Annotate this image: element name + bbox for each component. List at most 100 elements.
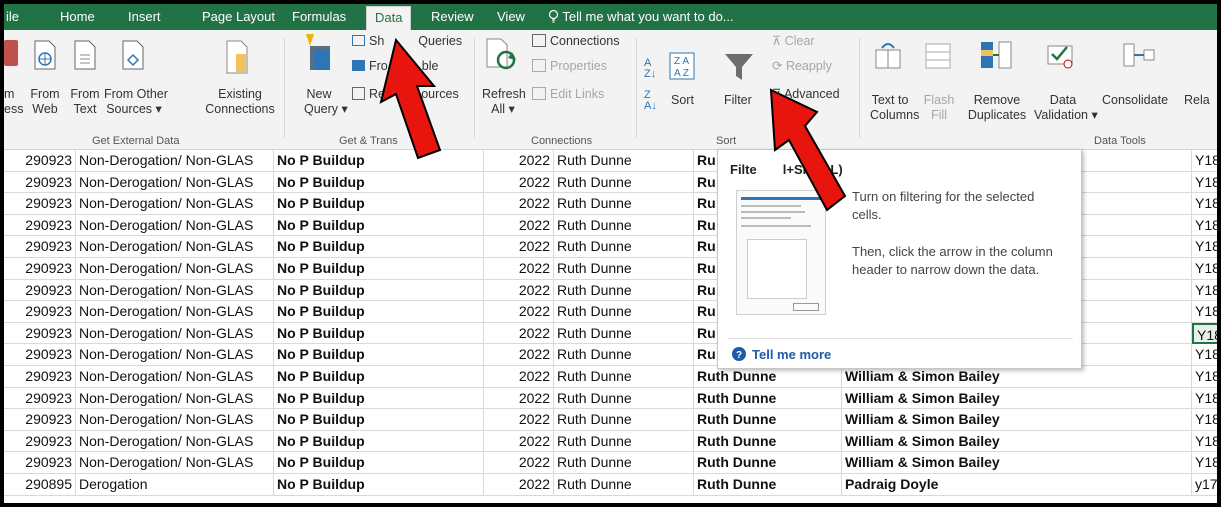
- cell-p[interactable]: No P Buildup: [274, 171, 484, 194]
- from-web-button[interactable]: From Web: [28, 87, 62, 117]
- clear-button[interactable]: ⊼ Clear: [772, 34, 815, 49]
- remove-duplicates-button[interactable]: Remove Duplicates: [966, 93, 1028, 123]
- cell-p[interactable]: No P Buildup: [274, 214, 484, 237]
- cell-id[interactable]: 290923: [4, 452, 76, 474]
- cell-id[interactable]: 290923: [4, 193, 76, 215]
- cell-a1[interactable]: Ruth Dunne: [554, 344, 694, 366]
- cell-id[interactable]: 290923: [4, 171, 76, 194]
- cell-p[interactable]: No P Buildup: [274, 473, 484, 496]
- cell-type[interactable]: Non-Derogation/ Non-GLAS: [76, 301, 274, 323]
- cell-year[interactable]: 2022: [484, 430, 554, 453]
- cell-farmer[interactable]: William & Simon Bailey: [842, 365, 1192, 388]
- cell-a2[interactable]: Ruth Dunne: [694, 430, 842, 453]
- cell-year[interactable]: 2022: [484, 150, 554, 172]
- cell-id[interactable]: 290923: [4, 236, 76, 258]
- cell-a2[interactable]: Ruth Dunne: [694, 365, 842, 388]
- cell-a1[interactable]: Ruth Dunne: [554, 430, 694, 453]
- cell-type[interactable]: Non-Derogation/ Non-GLAS: [76, 236, 274, 258]
- cell-year[interactable]: 2022: [484, 387, 554, 410]
- cell-a1[interactable]: Ruth Dunne: [554, 301, 694, 323]
- cell-type[interactable]: Non-Derogation/ Non-GLAS: [76, 387, 274, 410]
- cell-a1[interactable]: Ruth Dunne: [554, 171, 694, 194]
- cell-code[interactable]: Y182: [1192, 150, 1217, 172]
- tell-me-box[interactable]: Tell me what you want to do...: [548, 9, 734, 24]
- cell-type[interactable]: Non-Derogation/ Non-GLAS: [76, 322, 274, 345]
- cell-id[interactable]: 290923: [4, 257, 76, 280]
- cell-code[interactable]: Y182: [1192, 258, 1217, 280]
- cell-farmer[interactable]: William & Simon Bailey: [842, 409, 1192, 431]
- cell-a1[interactable]: Ruth Dunne: [554, 236, 694, 258]
- cell-year[interactable]: 2022: [484, 473, 554, 496]
- tab-page-layout[interactable]: Page Layout: [202, 9, 275, 24]
- from-access-label[interactable]: m ess: [4, 87, 23, 117]
- cell-p[interactable]: No P Buildup: [274, 322, 484, 345]
- cell-code[interactable]: Y182: [1192, 452, 1217, 474]
- cell-type[interactable]: Non-Derogation/ Non-GLAS: [76, 365, 274, 388]
- sort-z-a-button[interactable]: Z A↓: [644, 90, 657, 112]
- connections-button[interactable]: Connections: [532, 34, 620, 49]
- cell-farmer[interactable]: William & Simon Bailey: [842, 452, 1192, 474]
- cell-year[interactable]: 2022: [484, 214, 554, 237]
- sort-button[interactable]: Sort: [671, 93, 694, 108]
- cell-type[interactable]: Non-Derogation/ Non-GLAS: [76, 171, 274, 194]
- cell-id[interactable]: 290923: [4, 344, 76, 366]
- cell-id[interactable]: 290923: [4, 301, 76, 323]
- cell-a1[interactable]: Ruth Dunne: [554, 387, 694, 410]
- cell-year[interactable]: 2022: [484, 193, 554, 215]
- cell-farmer[interactable]: William & Simon Bailey: [842, 430, 1192, 453]
- edit-links-button[interactable]: Edit Links: [532, 87, 604, 102]
- cell-a1[interactable]: Ruth Dunne: [554, 257, 694, 280]
- cell-id[interactable]: 290923: [4, 430, 76, 453]
- tab-home[interactable]: Home: [60, 9, 95, 24]
- cell-code[interactable]: Y182: [1192, 280, 1217, 302]
- filter-button[interactable]: Filter: [724, 93, 752, 108]
- cell-p[interactable]: No P Buildup: [274, 193, 484, 215]
- cell-id[interactable]: 290923: [4, 214, 76, 237]
- tab-review[interactable]: Review: [431, 9, 474, 24]
- cell-year[interactable]: 2022: [484, 322, 554, 345]
- from-other-sources-button[interactable]: From Other Sources ▾: [104, 87, 168, 117]
- cell-year[interactable]: 2022: [484, 344, 554, 366]
- cell-a1[interactable]: Ruth Dunne: [554, 365, 694, 388]
- cell-type[interactable]: Non-Derogation/ Non-GLAS: [76, 452, 274, 474]
- consolidate-button[interactable]: Consolidate: [1102, 93, 1168, 108]
- cell-code[interactable]: Y182: [1192, 431, 1217, 453]
- cell-p[interactable]: No P Buildup: [274, 279, 484, 302]
- cell-id[interactable]: 290923: [4, 409, 76, 431]
- new-query-button[interactable]: New Query ▾: [304, 87, 348, 117]
- cell-code[interactable]: Y182: [1192, 301, 1217, 323]
- tab-formulas[interactable]: Formulas: [292, 9, 346, 24]
- relationships-button[interactable]: Rela: [1184, 93, 1210, 108]
- cell-id[interactable]: 290923: [4, 150, 76, 172]
- cell-type[interactable]: Non-Derogation/ Non-GLAS: [76, 257, 274, 280]
- cell-code[interactable]: Y182: [1192, 388, 1217, 410]
- existing-connections-button[interactable]: Existing Connections: [204, 87, 276, 117]
- cell-type[interactable]: Non-Derogation/ Non-GLAS: [76, 193, 274, 215]
- cell-a1[interactable]: Ruth Dunne: [554, 214, 694, 237]
- cell-id[interactable]: 290923: [4, 322, 76, 345]
- tab-view[interactable]: View: [497, 9, 525, 24]
- refresh-all-button[interactable]: Refresh All ▾: [482, 87, 526, 117]
- properties-button[interactable]: Properties: [532, 59, 607, 74]
- cell-a1[interactable]: Ruth Dunne: [554, 279, 694, 302]
- cell-code[interactable]: Y182: [1192, 409, 1217, 431]
- cell-a2[interactable]: Ruth Dunne: [694, 409, 842, 431]
- cell-code[interactable]: Y182: [1192, 366, 1217, 388]
- flash-fill-button[interactable]: Flash Fill: [922, 93, 956, 123]
- cell-code[interactable]: Y182: [1192, 193, 1217, 215]
- text-to-columns-button[interactable]: Text to Columns: [870, 93, 919, 123]
- cell-type[interactable]: Non-Derogation/ Non-GLAS: [76, 430, 274, 453]
- cell-a2[interactable]: Ruth Dunne: [694, 387, 842, 410]
- cell-farmer[interactable]: Padraig Doyle: [842, 473, 1192, 496]
- cell-id[interactable]: 290923: [4, 365, 76, 388]
- tab-insert[interactable]: Insert: [128, 9, 161, 24]
- cell-a1[interactable]: Ruth Dunne: [554, 409, 694, 431]
- cell-p[interactable]: No P Buildup: [274, 365, 484, 388]
- cell-year[interactable]: 2022: [484, 301, 554, 323]
- selected-cell[interactable]: Y182: [1192, 322, 1217, 345]
- cell-p[interactable]: No P Buildup: [274, 257, 484, 280]
- cell-code[interactable]: Y182: [1192, 215, 1217, 237]
- cell-p[interactable]: No P Buildup: [274, 452, 484, 474]
- cell-code[interactable]: y179: [1192, 474, 1217, 496]
- cell-type[interactable]: Derogation: [76, 473, 274, 496]
